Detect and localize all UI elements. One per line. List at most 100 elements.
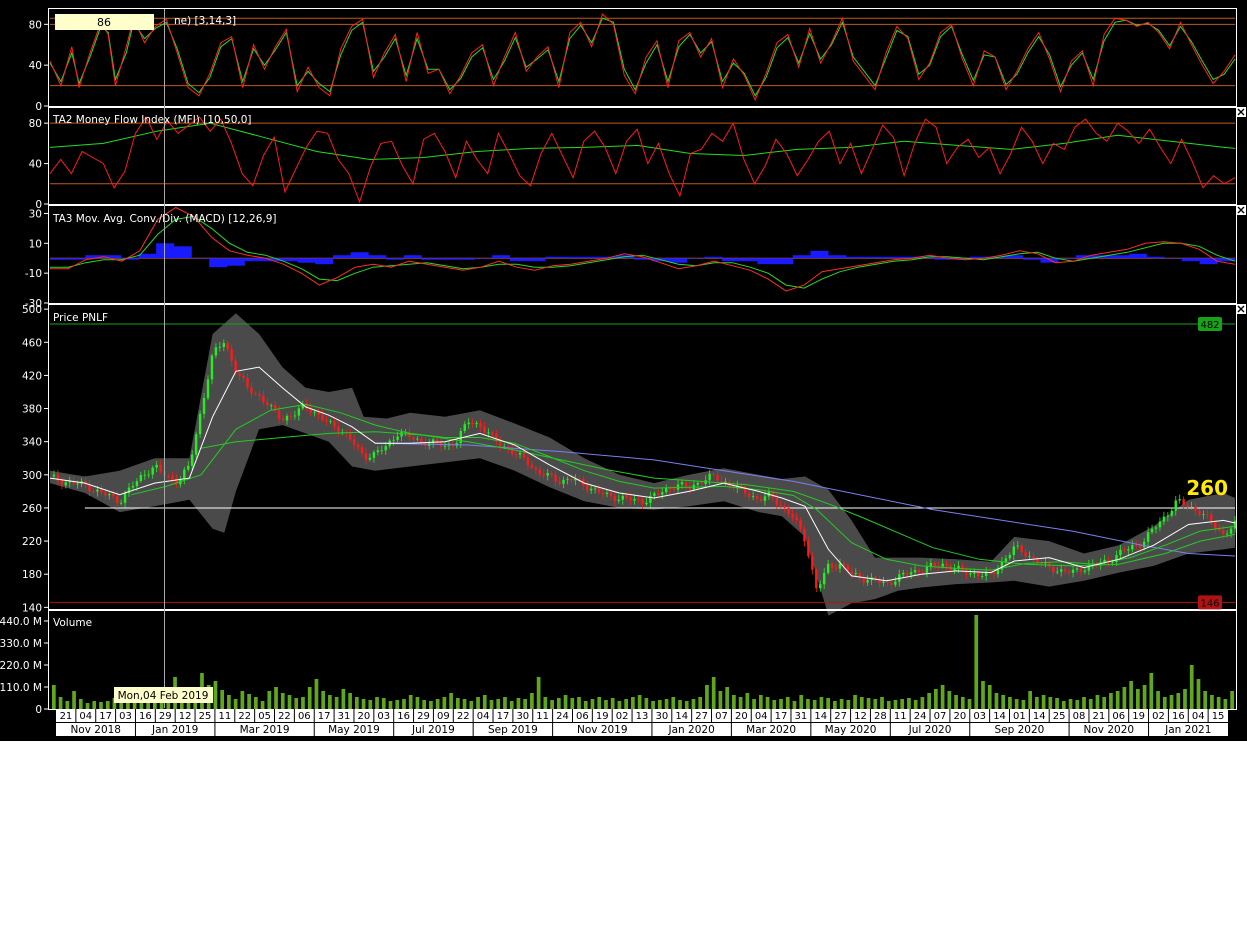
price-candle-body — [763, 496, 767, 501]
volume-bar — [987, 685, 992, 709]
price-candle-body — [88, 484, 91, 492]
axis-day-label: 16 — [1172, 711, 1185, 722]
volume-bar — [664, 699, 669, 709]
price-candle-body — [807, 541, 810, 557]
axis-day-label: 11 — [218, 711, 231, 722]
macd-histogram-bar — [474, 258, 493, 259]
price-candle-body — [546, 473, 549, 476]
volume-bar — [833, 701, 837, 709]
close-icon[interactable] — [1236, 304, 1246, 314]
price-candle-body — [159, 464, 162, 472]
axis-day-label: 07 — [715, 711, 728, 722]
volume-bar — [765, 697, 770, 709]
volume-bar — [994, 693, 999, 709]
macd-histogram-bar — [138, 253, 157, 259]
volume-bar — [429, 701, 433, 709]
volume-bar — [375, 697, 379, 709]
price-candle-body — [56, 474, 60, 481]
price-candle-body — [973, 572, 976, 574]
macd-histogram-bar — [456, 258, 475, 260]
axis-day-label: 02 — [1152, 711, 1165, 722]
price-candle-body — [593, 488, 597, 490]
price-candle-body — [198, 413, 202, 435]
axis-day-label: 08 — [1073, 711, 1086, 722]
macd-histogram-bar — [332, 255, 351, 259]
volume-bar — [402, 699, 406, 709]
volume-bar — [536, 677, 541, 709]
price-candle-body — [108, 494, 111, 496]
volume-bar — [738, 697, 743, 709]
price-candle-body — [945, 563, 948, 566]
price-candle-body — [1198, 510, 1201, 515]
price-candle-body — [586, 485, 589, 491]
price-candle-body — [368, 457, 372, 460]
volume-bar — [489, 700, 494, 709]
volume-bar — [530, 693, 534, 709]
volume-bar — [1176, 693, 1181, 709]
close-icon[interactable] — [1236, 205, 1246, 215]
volume-bar — [395, 700, 400, 709]
price-candle-body — [819, 584, 822, 589]
price-candle-body — [613, 495, 617, 502]
price-candle-body — [1071, 569, 1075, 573]
y-tick-label: 40 — [29, 159, 42, 171]
price-candle-body — [661, 492, 664, 495]
axis-month-label: Sep 2020 — [994, 724, 1044, 736]
stock-chart-window: 0 40 80 86 ne) [3,14,3] 0 40 80 TA2 Money Fl… — [0, 0, 1247, 741]
volume-bar — [422, 700, 427, 709]
price-candle-body — [992, 572, 996, 575]
price-candle-body — [420, 438, 423, 443]
y-tick-label: 340 — [22, 437, 42, 449]
volume-bar — [233, 699, 238, 709]
price-candle-body — [1170, 510, 1173, 516]
volume-bar — [462, 699, 467, 709]
axis-day-label: 21 — [60, 711, 73, 722]
price-candle-body — [1233, 520, 1237, 529]
volume-bar — [678, 700, 682, 709]
price-candle-body — [882, 581, 885, 583]
axis-day-label: 27 — [695, 711, 708, 722]
axis-day-label: 29 — [417, 711, 430, 722]
macd-histogram-bar — [562, 256, 581, 259]
axis-day-label: 17 — [497, 711, 510, 722]
chart-canvas[interactable]: 04080 86 ne) [3,14,3] 04080 TA2 Money Fl… — [0, 0, 1247, 741]
volume-bar — [590, 699, 595, 709]
axis-day-label: 25 — [1053, 711, 1066, 722]
volume-bar — [1149, 673, 1154, 709]
volume-bar — [826, 698, 830, 709]
price-candle-body — [696, 482, 699, 485]
price-candle-body — [538, 469, 541, 475]
axis-day-label: 22 — [457, 711, 470, 722]
last-price-label: 260 — [1186, 476, 1228, 500]
price-candle-body — [913, 570, 917, 573]
price-candle-body — [542, 474, 545, 476]
price-candle-body — [751, 496, 755, 497]
y-tick-label: 220.0 M — [0, 660, 42, 672]
volume-bar — [1189, 665, 1194, 709]
macd-histogram-bar — [244, 258, 263, 262]
macd-histogram-bar — [1022, 258, 1041, 260]
y-tick-label: 180 — [22, 569, 42, 581]
close-icon[interactable] — [1236, 107, 1246, 117]
volume-bar — [550, 700, 554, 709]
price-candle-body — [712, 473, 715, 475]
volume-bar — [785, 697, 790, 709]
volume-bar — [1048, 697, 1053, 709]
volume-bar — [637, 695, 642, 709]
macd-histogram-bar — [739, 258, 758, 262]
price-candle-body — [349, 433, 352, 440]
volume-bar — [1223, 699, 1228, 709]
volume-bar — [449, 693, 453, 709]
y-tick-label: 380 — [22, 404, 42, 416]
axis-day-label: 03 — [377, 711, 390, 722]
volume-bar — [1014, 699, 1019, 709]
y-tick-label: 40 — [29, 60, 42, 72]
macd-histogram-bar — [845, 256, 864, 259]
price-candle-body — [1194, 506, 1197, 511]
crosshair-date-label: Mon,04 Feb 2019 — [118, 690, 209, 702]
volume-bar — [684, 701, 689, 709]
price-candle-body — [878, 580, 881, 583]
volume-bar — [1210, 695, 1214, 709]
volume-bar — [1035, 697, 1039, 709]
volume-bar — [960, 697, 965, 709]
